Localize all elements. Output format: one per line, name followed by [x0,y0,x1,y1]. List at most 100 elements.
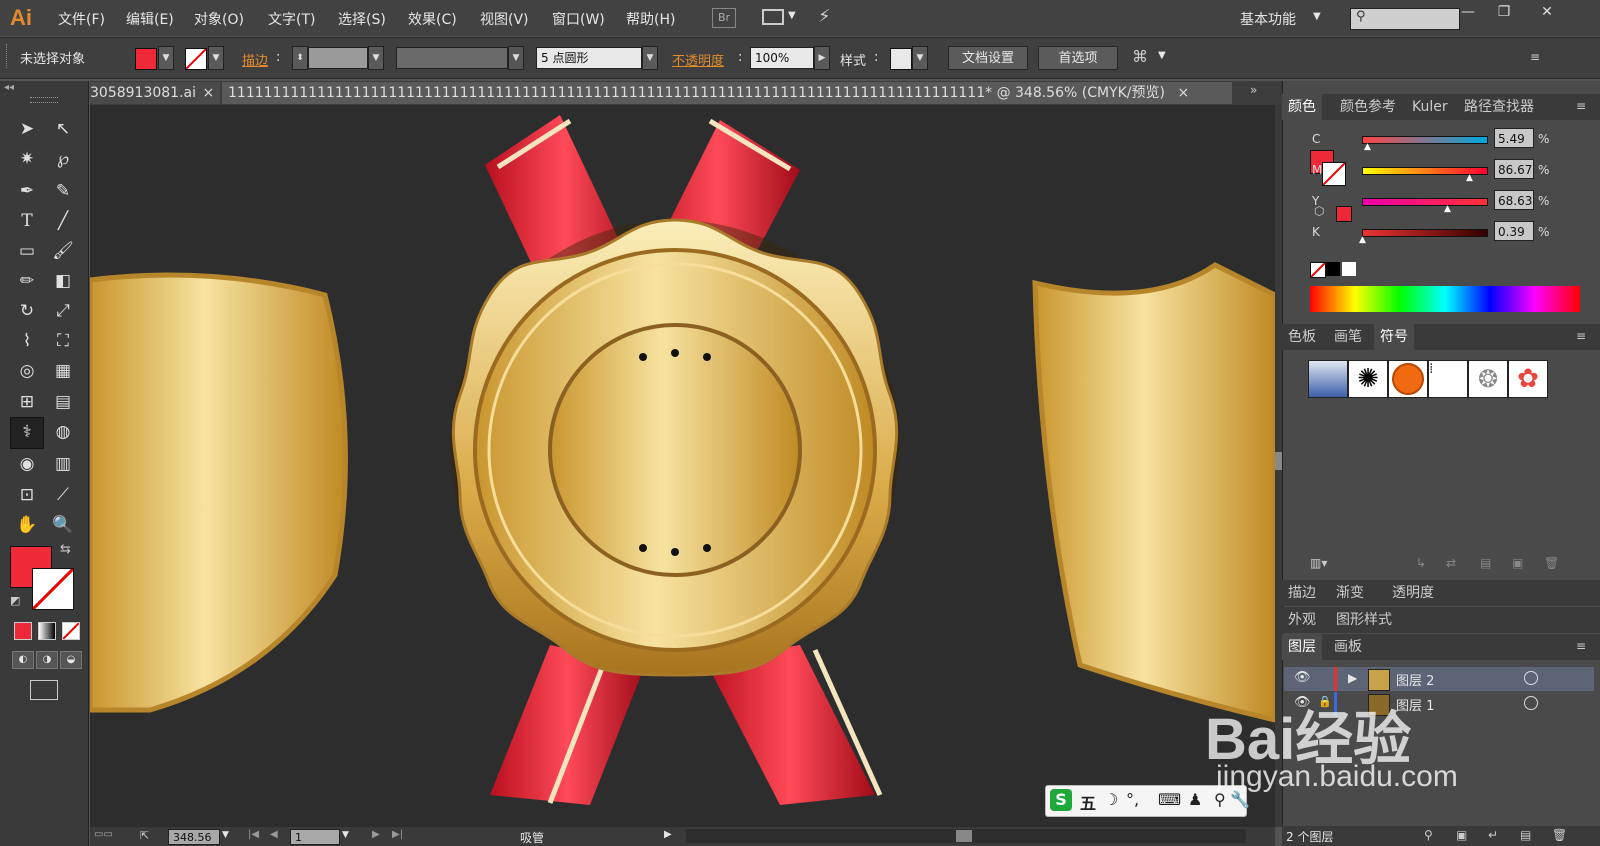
slider-handle-icon[interactable]: ▲ [1364,142,1371,152]
export-icon[interactable]: ⇱ [140,829,149,842]
close-icon[interactable]: × [202,85,214,101]
tab-color-guide[interactable]: 颜色参考 [1334,94,1402,120]
gpu-performance-icon[interactable]: ⚡ [818,6,831,27]
isolate-icon[interactable]: ⌘ [1132,47,1148,66]
opacity-label[interactable]: 不透明度 [672,50,724,69]
artboard-tool-icon[interactable]: ⊡ [12,481,42,509]
tab-artboards[interactable]: 画板 [1328,634,1368,660]
eraser-tool-icon[interactable]: ◧ [48,267,78,295]
scrollbar-thumb[interactable] [1275,452,1282,470]
chevron-down-icon[interactable]: ▼ [1313,11,1321,22]
tab-graphic-styles[interactable]: 图形样式 [1330,607,1398,633]
cmyk-value-field[interactable]: 86.67 [1494,159,1534,179]
skin-icon[interactable]: ♟ [1188,790,1202,809]
opacity-field[interactable]: 100% [750,47,814,69]
artboard-number-field[interactable]: 1 [290,829,340,845]
perspective-grid-tool-icon[interactable]: ▦ [48,357,78,385]
search-input[interactable] [1350,8,1460,30]
first-artboard-icon[interactable]: |◀ [248,829,259,840]
brush-dropdown[interactable]: ▼ [642,46,658,70]
slider-handle-icon[interactable]: ▲ [1359,235,1366,245]
tab-swatches[interactable]: 色板 [1282,324,1322,350]
cmyk-slider[interactable] [1362,229,1488,237]
document-setup-button[interactable]: 文档设置 [948,46,1028,70]
artboard-nav-icon[interactable]: ▭▭ [94,829,113,840]
cmyk-value-field[interactable]: 68.63 [1494,190,1534,210]
pen-tool-icon[interactable]: ✒ [12,177,42,205]
stroke-swatch[interactable] [185,48,207,70]
gradient-mode-button[interactable] [38,622,56,640]
previous-artboard-icon[interactable]: ◀ [270,829,278,840]
menu-edit[interactable]: 编辑(E) [126,9,174,29]
menu-object[interactable]: 对象(O) [194,9,244,29]
stroke-label[interactable]: 描边 [242,50,268,69]
panel-menu-icon[interactable]: ≡ [1530,50,1540,64]
color-spectrum[interactable] [1310,286,1580,312]
trash-icon[interactable]: 🗑 [1552,828,1567,842]
minimize-button[interactable]: — [1450,0,1486,24]
gradient-tool-icon[interactable]: ▤ [48,388,78,416]
tab-brushes[interactable]: 画笔 [1328,324,1368,350]
tab-document-2[interactable]: 1111111111111111111111111111111111111111… [222,82,1232,104]
style-dropdown[interactable]: ▼ [912,46,928,70]
screen-mode-icon[interactable] [30,680,58,700]
scale-tool-icon[interactable]: ⤢ [48,297,78,325]
next-artboard-icon[interactable]: ▶ [372,829,380,840]
brush-definition-field[interactable]: 5 点圆形 [536,47,642,69]
menu-select[interactable]: 选择(S) [338,9,386,29]
ring-symbol-icon[interactable]: ❂ [1468,360,1508,398]
tab-document-1[interactable]: 3058913081.ai × [90,82,220,104]
menu-help[interactable]: 帮助(H) [626,9,675,29]
variable-width-dropdown[interactable]: ▼ [508,46,524,70]
rectangle-tool-icon[interactable]: ▭ [12,237,42,265]
pencil-tool-icon[interactable]: ✏ [12,267,42,295]
slider-handle-icon[interactable]: ▲ [1444,204,1451,214]
swap-colors-icon[interactable]: ⇆ [60,542,71,557]
eye-icon[interactable]: 👁 [1294,670,1311,685]
keyboard-icon[interactable]: ⌨ [1158,790,1181,809]
tab-gradient[interactable]: 渐变 [1330,580,1370,606]
ime-logo-icon[interactable]: S [1050,789,1072,811]
cmyk-value-field[interactable]: 5.49 [1494,128,1534,148]
draw-behind-icon[interactable]: ◑ [36,651,58,669]
blend-tool-icon[interactable]: ◍ [48,418,78,446]
tab-layers[interactable]: 图层 [1282,634,1322,660]
canvas[interactable] [90,105,1275,827]
hand-tool-icon[interactable]: ✋ [12,511,42,539]
tab-appearance[interactable]: 外观 [1282,607,1322,633]
panel-menu-icon[interactable]: ≡ [1576,99,1586,113]
line-tool-icon[interactable]: ╱ [48,207,78,235]
status-menu-arrow[interactable]: ▶ [664,829,672,840]
default-colors-icon[interactable]: ◩ [10,594,20,607]
tab-color[interactable]: 颜色 [1282,94,1322,120]
flower-symbol-icon[interactable]: ✿ [1508,360,1548,398]
fill-dropdown[interactable]: ▼ [158,46,174,70]
variable-width-field[interactable] [396,47,508,69]
trash-icon[interactable]: 🗑 [1544,556,1559,570]
place-symbol-icon[interactable]: ↳ [1416,556,1426,570]
stroke-color-box[interactable] [32,568,74,610]
restore-button[interactable]: ❐ [1486,0,1522,24]
style-swatch[interactable] [890,48,912,70]
none-mode-button[interactable] [62,622,80,640]
symbol-sprayer-tool-icon[interactable]: ◉ [12,450,42,478]
out-of-gamut-swatch[interactable] [1336,206,1352,222]
panel-menu-icon[interactable]: ≡ [1576,639,1586,653]
mesh-tool-icon[interactable]: ⊞ [12,388,42,416]
type-tool-icon[interactable]: T [12,207,42,235]
arrange-documents-icon[interactable] [762,9,784,25]
preferences-button[interactable]: 首选项 [1038,46,1118,70]
menu-window[interactable]: 窗口(W) [552,9,605,29]
menu-type[interactable]: 文字(T) [268,9,315,29]
locate-object-icon[interactable]: ⚲ [1424,828,1433,842]
target-circle-icon[interactable] [1524,671,1538,685]
cmyk-slider[interactable] [1362,136,1488,144]
opacity-slider-toggle[interactable]: ▶ [814,46,830,70]
fill-swatch[interactable] [135,48,157,70]
workspace-switcher[interactable]: 基本功能 [1240,9,1296,29]
menu-file[interactable]: 文件(F) [58,9,105,29]
free-transform-tool-icon[interactable]: ⛶ [48,327,78,355]
splatter-symbol-icon[interactable]: ✺ [1348,360,1388,398]
chevron-down-icon[interactable]: ▼ [1158,50,1166,61]
shape-builder-tool-icon[interactable]: ◎ [12,357,42,385]
